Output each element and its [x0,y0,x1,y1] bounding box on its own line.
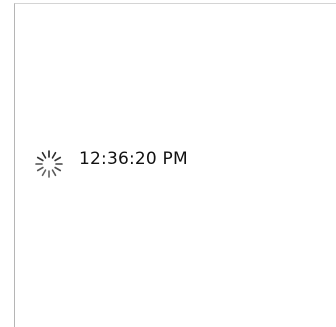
current-time: 12:36:20 PM [79,149,188,169]
loading-status: 12:36:20 PM [33,148,188,180]
spinner-svg [35,150,63,178]
loading-spinner-icon [33,148,65,180]
